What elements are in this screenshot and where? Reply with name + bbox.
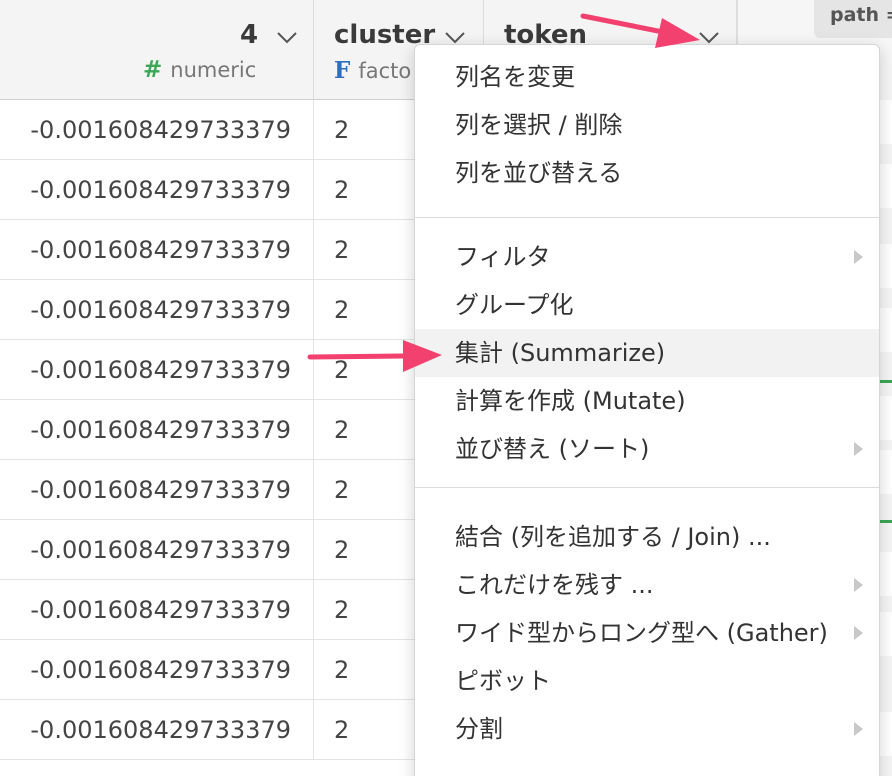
menu-item[interactable]: 結合 (列を追加する / Join) ... [415,513,879,561]
menu-item-label: ワイド型からロング型へ (Gather) [455,619,828,647]
cell-column-4[interactable]: -0.001608429733379 [0,460,314,520]
submenu-arrow-icon [854,442,863,456]
menu-item[interactable]: 集計 (Summarize) [415,329,879,377]
submenu-arrow-icon [854,578,863,592]
cell-column-4[interactable]: -0.001608429733379 [0,340,314,400]
menu-item[interactable]: 列を並び替える [415,149,879,197]
side-panel-card[interactable] [878,612,892,656]
menu-item-label: 列を並び替える [455,159,623,187]
column-title: 4 [240,20,259,50]
menu-item[interactable]: フィルタ [415,233,879,281]
menu-item-label: 列を選択 / 削除 [455,111,623,139]
menu-item-label: 並び替え (ソート) [455,435,650,463]
menu-item[interactable]: これだけを残す ... [415,561,879,609]
column-context-menu: 列名を変更列を選択 / 削除 列を並び替える フィルタグループ化集計 (Summar… [414,44,880,776]
side-panel-card[interactable] [878,100,892,144]
menu-item[interactable]: 並び替え (ソート) [415,425,879,473]
submenu-arrow-icon [854,722,863,736]
side-panel-card[interactable] [878,552,892,596]
side-panel-card[interactable] [878,450,892,494]
submenu-arrow-icon [854,250,863,264]
numeric-type-icon: # [143,57,163,83]
menu-item[interactable]: 計算を作成 (Mutate) [415,377,879,425]
menu-item-label: 列名を変更 [455,63,575,91]
menu-separator [415,217,879,218]
menu-separator [415,487,879,488]
chevron-down-icon[interactable] [274,24,300,50]
menu-item[interactable]: ワイド型からロング型へ (Gather) [415,609,879,657]
cell-column-4[interactable]: -0.001608429733379 [0,700,314,760]
cell-column-4[interactable]: -0.001608429733379 [0,640,314,700]
menu-item-label: 集計 (Summarize) [455,339,666,367]
cell-column-4[interactable]: -0.001608429733379 [0,580,314,640]
menu-item-label: 分割 [455,715,503,743]
cell-column-4[interactable]: -0.001608429733379 [0,520,314,580]
side-panel-card[interactable] [878,712,892,756]
menu-item[interactable]: ピボット [415,657,879,705]
menu-item-label: 結合 (列を追加する / Join) ... [455,523,771,551]
factor-type-icon: F [334,57,351,84]
menu-item[interactable]: 分割 [415,705,879,753]
side-panel-card[interactable] [878,308,892,352]
side-panel-card[interactable] [878,244,892,288]
menu-item[interactable]: 列名を変更 [415,53,879,101]
column-type: F facto [334,57,411,84]
cell-column-4[interactable]: -0.001608429733379 [0,400,314,460]
menu-item-label: 計算を作成 (Mutate) [455,387,686,415]
cell-column-4[interactable]: -0.001608429733379 [0,160,314,220]
menu-item[interactable]: グループ化 [415,281,879,329]
menu-item[interactable]: 列を選択 / 削除 [415,101,879,149]
side-panel-accent [878,520,892,523]
menu-item-label: グループ化 [455,291,574,319]
column-type-label: facto [358,58,412,83]
menu-item-label: フィルタ [455,243,551,271]
menu-item-label: ピボット [455,667,551,695]
submenu-arrow-icon [854,626,863,640]
column-header-4[interactable]: 4 # numeric [0,0,314,100]
cell-column-4[interactable]: -0.001608429733379 [0,220,314,280]
path-label: path = [814,0,892,38]
column-type-label: numeric [170,58,257,82]
side-panel-card[interactable] [878,396,892,440]
cell-column-4[interactable]: -0.001608429733379 [0,280,314,340]
side-panel-accent [878,380,892,383]
column-type: # numeric [143,57,256,83]
cell-column-4[interactable]: -0.001608429733379 [0,100,314,160]
menu-item-label: これだけを残す ... [455,571,654,599]
side-panel-card[interactable] [878,164,892,208]
